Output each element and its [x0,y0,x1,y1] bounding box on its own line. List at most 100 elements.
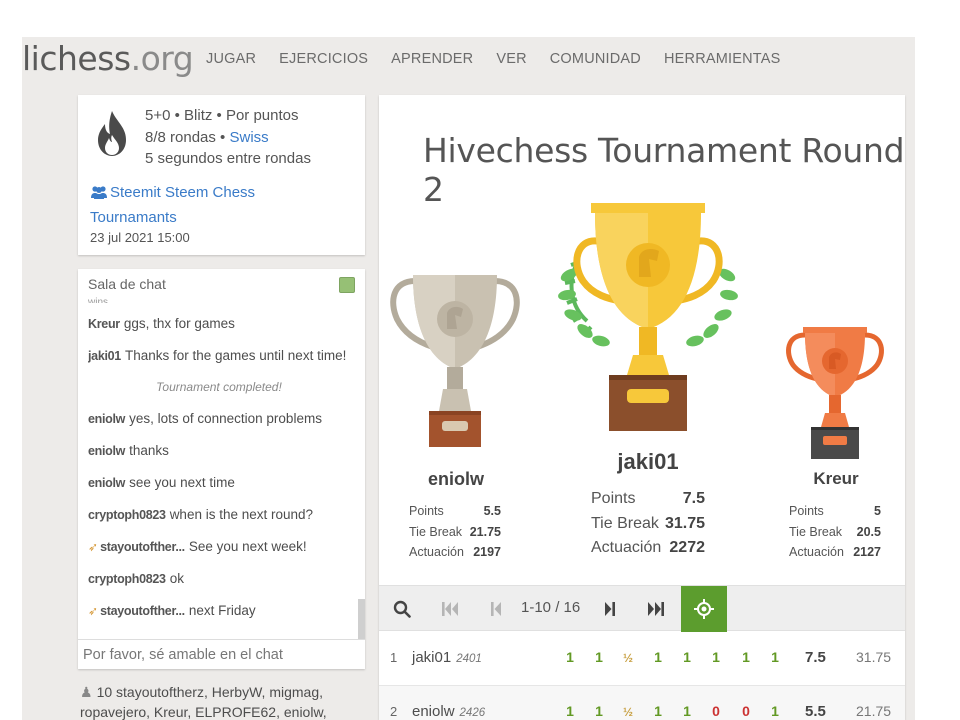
chat-message: eniolw thanks [88,443,169,458]
person-icon: ♟ [80,684,93,700]
round-score[interactable]: ½ [621,705,635,719]
row-player[interactable]: jaki01 2401 [412,649,482,666]
row-player[interactable]: eniolw 2426 [412,703,485,720]
chat-toggle-checkbox[interactable] [339,277,355,293]
chat-input[interactable]: Por favor, sé amable en el chat [78,639,365,669]
round-score[interactable]: 0 [709,703,723,719]
nav-ver[interactable]: VER [496,51,526,67]
first-page-icon [442,602,458,616]
main-nav: JUGAR EJERCICIOS APRENDER VER COMUNIDAD … [206,51,804,67]
second-place-name[interactable]: eniolw [401,469,511,490]
chat-message: eniolw see you next time [88,475,235,490]
chat-user[interactable]: eniolw [88,476,125,490]
nav-aprender[interactable]: APRENDER [391,51,473,67]
members-list: ♟ 10 stayoutoftherz, HerbyW, migmag, ropa… [80,682,370,720]
third-place-stats: Points 5 Tie Break 20.5 Actuación 2127 [789,504,881,559]
search-button[interactable] [385,586,419,632]
round-score[interactable]: 1 [680,703,694,719]
round-score[interactable]: 1 [563,703,577,719]
blitz-flame-icon [98,111,126,156]
search-icon [393,600,411,618]
round-score[interactable]: 0 [739,703,753,719]
chat-user[interactable]: stayoutofther... [100,540,185,554]
first-place-name[interactable]: jaki01 [593,449,703,475]
chat-user[interactable]: eniolw [88,412,125,426]
round-score[interactable]: 1 [739,649,753,665]
third-place-name[interactable]: Kreur [781,469,891,489]
chat-message: jaki01 Thanks for the games until next ti… [88,348,347,363]
row-points: 7.5 [805,649,826,666]
chat-user[interactable]: Kreur [88,317,120,331]
round-score[interactable]: 1 [709,649,723,665]
row-tiebreak: 31.75 [856,649,892,665]
round-score[interactable]: ½ [621,651,635,665]
standings-controls: 1-10 / 16 [379,585,905,632]
patron-wings-icon: ➶ [88,540,99,554]
site-logo[interactable]: lichess.org [22,39,194,78]
chat-panel: Sala de chat wins Kreur ggs, thx for game… [78,269,365,669]
tournament-title: Hivechess Tournament Round 2 [423,131,905,209]
chat-user[interactable]: cryptoph0823 [88,508,166,522]
round-score[interactable]: 1 [768,649,782,665]
chat-cut-message: wins [88,297,109,303]
swiss-link[interactable]: Swiss [229,129,268,146]
locate-me-button[interactable] [681,586,727,632]
row-rating: 2401 [456,653,482,665]
row-rank: 1 [390,650,398,665]
members-names[interactable]: stayoutoftherz, HerbyW, migmag, ropaveje… [80,684,327,720]
row-rating: 2426 [459,707,486,719]
nav-jugar[interactable]: JUGAR [206,51,256,67]
chat-message: ➶ stayoutofther... next Friday [88,603,256,618]
row-tiebreak: 21.75 [856,703,892,719]
first-page-button[interactable] [433,586,467,632]
second-place-stats: Points 5.5 Tie Break 21.75 Actuación 2197 [409,504,501,559]
page-indicator: 1-10 / 16 [521,599,581,616]
chat-user[interactable]: eniolw [88,444,125,458]
chat-message: Kreur ggs, thx for games [88,316,235,331]
round-score[interactable]: 1 [592,703,606,719]
next-page-icon [605,602,615,616]
round-score[interactable]: 1 [680,649,694,665]
chat-user[interactable]: stayoutofther... [100,604,185,618]
nav-comunidad[interactable]: COMUNIDAD [550,51,641,67]
round-score[interactable]: 1 [651,703,665,719]
chat-message: ➶ stayoutofther... See you next week! [88,539,307,554]
first-place-stats: Points 7.5 Tie Break 31.75 Actuación 2272 [591,490,705,556]
gold-trophy-icon [558,203,738,431]
last-page-icon [648,602,664,616]
round-score[interactable]: 1 [768,703,782,719]
nav-herramientas[interactable]: HERRAMIENTAS [664,51,781,67]
patron-wings-icon: ➶ [88,604,99,618]
tournament-main-panel: Hivechess Tournament Round 2 eniolw Poin… [379,95,905,720]
prev-page-icon [491,602,501,616]
round-interval: 5 segundos entre rondas [145,150,311,167]
silver-trophy-icon [390,275,520,447]
round-score[interactable]: 1 [651,649,665,665]
round-score[interactable]: 1 [563,649,577,665]
chat-message: eniolw yes, lots of connection problems [88,411,322,426]
team-link[interactable]: Steemit Steem Chess Tournamants [90,181,310,229]
chat-scrollbar[interactable] [358,599,365,639]
last-page-button[interactable] [637,586,675,632]
tournament-date: 23 jul 2021 15:00 [90,230,190,245]
page: lichess.org JUGAR EJERCICIOS APRENDER VE… [22,37,915,720]
users-icon [90,183,110,206]
chat-message: cryptoph0823 ok [88,571,184,586]
chat-system-message: Tournament completed! [156,380,282,394]
table-row[interactable]: 2 eniolw 2426 1 1 ½ 1 1 0 0 1 5.5 21.75 [379,686,905,720]
chat-messages[interactable]: wins Kreur ggs, thx for games jaki01 Thank… [88,297,350,639]
time-control: 5+0 • Blitz • Por puntos [145,107,299,124]
prev-page-button[interactable] [479,586,513,632]
nav-ejercicios[interactable]: EJERCICIOS [279,51,368,67]
chat-user[interactable]: jaki01 [88,349,121,363]
chat-message: cryptoph0823 when is the next round? [88,507,314,522]
crosshair-icon [694,599,714,619]
next-page-button[interactable] [593,586,627,632]
chat-user[interactable]: cryptoph0823 [88,572,166,586]
table-row[interactable]: 1 jaki01 2401 1 1 ½ 1 1 1 1 1 7.5 31.75 [379,632,905,686]
tournament-info-box: 5+0 • Blitz • Por puntos 8/8 rondas • Sw… [78,95,365,255]
bronze-trophy-icon [786,327,884,459]
round-score[interactable]: 1 [592,649,606,665]
tournament-details: 5+0 • Blitz • Por puntos 8/8 rondas • Sw… [145,105,311,170]
row-points: 5.5 [805,703,826,720]
